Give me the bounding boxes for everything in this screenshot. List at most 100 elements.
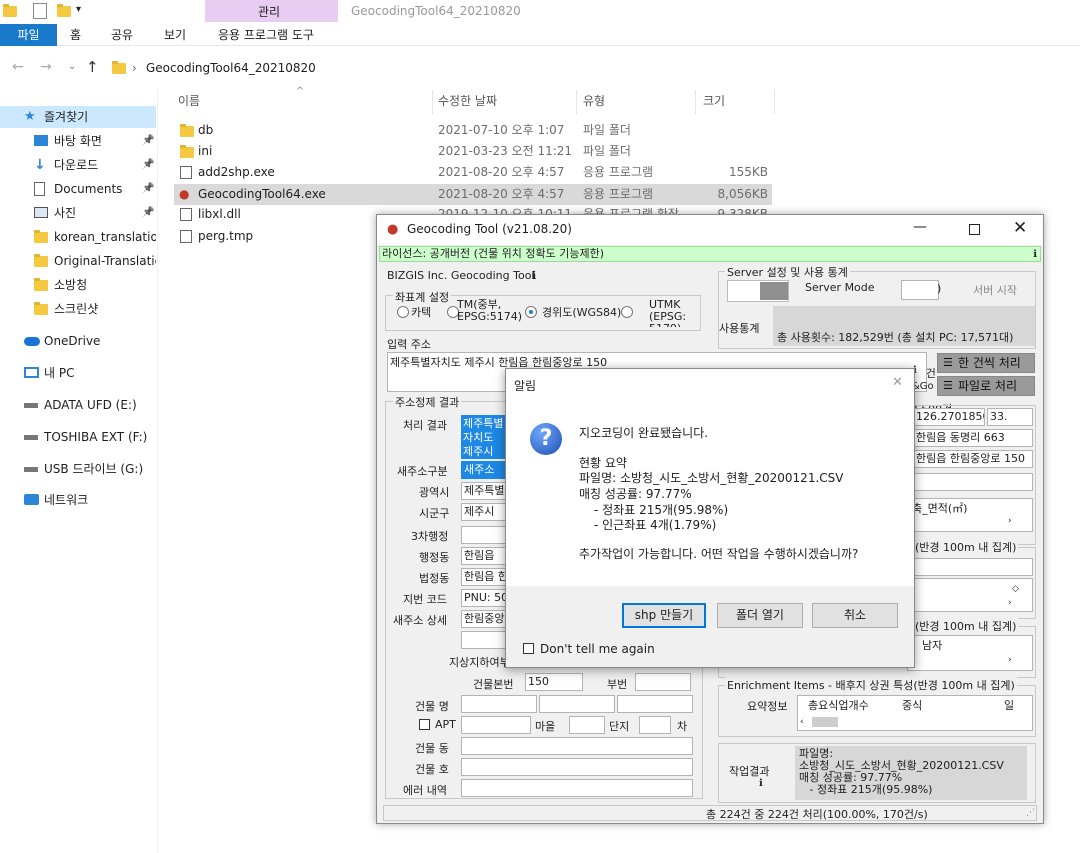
- pin-icon[interactable]: 📌: [142, 154, 154, 176]
- maeul-field[interactable]: [569, 716, 605, 734]
- tab-home[interactable]: 홈: [70, 26, 81, 43]
- file-row[interactable]: ● GeocodingTool64.exe 2021-08-20 오후 4:57 응용…: [174, 184, 772, 205]
- minimize-icon[interactable]: —: [913, 219, 927, 235]
- latitude-field[interactable]: 33.: [987, 408, 1033, 426]
- col-divider[interactable]: [774, 90, 775, 114]
- nav-item[interactable]: ★ 즐겨찾기: [0, 106, 156, 128]
- maximize-icon[interactable]: [969, 224, 980, 235]
- nav-item[interactable]: 사진 📌: [0, 202, 156, 224]
- column-name[interactable]: 이름: [178, 92, 200, 109]
- nav-item[interactable]: OneDrive: [0, 330, 156, 352]
- blank-field[interactable]: [913, 473, 1033, 491]
- longitude-field[interactable]: 126.2701850: [913, 408, 985, 426]
- error-field[interactable]: [461, 779, 693, 797]
- forward-icon[interactable]: →: [40, 59, 52, 75]
- nav-item[interactable]: 스크린샷: [0, 298, 156, 320]
- close-icon[interactable]: ✕: [1013, 218, 1027, 238]
- file-row[interactable]: db 2021-07-10 오후 1:07 파일 폴더: [174, 120, 772, 141]
- gender-grid[interactable]: 남자 ›: [907, 635, 1033, 671]
- enrich-field[interactable]: [907, 558, 1033, 576]
- back-icon[interactable]: ←: [12, 59, 24, 75]
- column-type[interactable]: 유형: [583, 92, 605, 109]
- pin-icon[interactable]: 📌: [142, 178, 154, 200]
- newaddr-field[interactable]: 새주소: [461, 461, 507, 479]
- area-grid[interactable]: 축_면적(㎡) ›: [907, 498, 1033, 532]
- up-icon[interactable]: ↑: [86, 58, 99, 76]
- go-label[interactable]: &Go: [912, 381, 934, 392]
- admin3-field[interactable]: [461, 526, 507, 544]
- server-port-field[interactable]: [901, 280, 939, 300]
- tab-app-tools[interactable]: 응용 프로그램 도구: [218, 26, 314, 43]
- nav-item[interactable]: USB 드라이브 (G:): [0, 458, 156, 480]
- make-shp-button[interactable]: shp 만들기: [622, 603, 706, 628]
- road-address-field[interactable]: 한림읍 한림중앙로 150: [913, 450, 1033, 468]
- nav-item[interactable]: TOSHIBA EXT (F:): [0, 426, 156, 448]
- process-single-button[interactable]: ☰ 한 건씩 처리: [937, 353, 1035, 373]
- nav-item[interactable]: 내 PC: [0, 362, 156, 384]
- col-divider[interactable]: [432, 90, 433, 114]
- tab-view[interactable]: 보기: [164, 26, 186, 43]
- tab-manage[interactable]: 관리: [205, 0, 338, 22]
- address-box[interactable]: › GeocodingTool64_20210820: [105, 56, 1080, 80]
- bldg-name-field-2[interactable]: [539, 695, 615, 713]
- info-icon[interactable]: ℹ: [532, 269, 536, 282]
- cancel-button[interactable]: 취소: [812, 603, 898, 628]
- radio-katec[interactable]: [397, 306, 409, 318]
- scroll-thumb[interactable]: [812, 717, 838, 727]
- resize-grip-icon[interactable]: ⋰: [1026, 808, 1035, 818]
- radio-wgs84[interactable]: [525, 306, 537, 318]
- qat-dropdown-icon[interactable]: ▾: [76, 4, 81, 15]
- nav-item[interactable]: korean_translation: [0, 226, 156, 248]
- column-date[interactable]: 수정한 날짜: [438, 92, 497, 109]
- process-file-button[interactable]: ☰ 파일로 처리: [937, 376, 1035, 396]
- bu-field[interactable]: [635, 673, 691, 691]
- enrich-grid[interactable]: ◇ ›: [907, 578, 1033, 612]
- info-icon[interactable]: ℹ: [759, 778, 763, 789]
- breadcrumb[interactable]: GeocodingTool64_20210820: [146, 61, 316, 75]
- nav-item[interactable]: Original-Translation: [0, 250, 156, 272]
- summary-grid[interactable]: 총요식업개수 중식 일 ‹: [797, 695, 1033, 731]
- newaddr-detail-field[interactable]: 한림중앙로 150: [461, 610, 507, 628]
- apt-checkbox[interactable]: [419, 719, 430, 730]
- info-icon[interactable]: ℹ: [1033, 248, 1037, 262]
- metro-field[interactable]: 제주특별자치도: [461, 482, 507, 500]
- bon-field[interactable]: 150: [525, 673, 583, 691]
- server-start-button[interactable]: 서버 시작: [973, 282, 1017, 298]
- server-toggle[interactable]: [727, 280, 789, 302]
- result-highlight[interactable]: 제주특별자치도 제주시 한림읍 한림리 한림중앙로 150 처리 내역: [461, 415, 507, 459]
- bldg-dong-field[interactable]: [461, 737, 693, 755]
- col-divider[interactable]: [695, 90, 696, 114]
- apt-field[interactable]: [461, 716, 531, 734]
- scroll-left-icon[interactable]: ‹: [800, 714, 804, 730]
- column-size[interactable]: 크기: [703, 92, 725, 109]
- radio-utmk[interactable]: [621, 306, 633, 318]
- jibun-field[interactable]: PNU: 5011025021: [461, 589, 507, 607]
- scroll-right-icon[interactable]: ›: [1008, 652, 1012, 668]
- jibun-address-field[interactable]: 한림읍 동명리 663: [913, 429, 1033, 447]
- nav-item[interactable]: Documents 📌: [0, 178, 156, 200]
- sigungu-field[interactable]: 제주시: [461, 503, 507, 521]
- folder-icon[interactable]: [3, 4, 17, 17]
- recent-dropdown-icon[interactable]: ⌄: [68, 61, 76, 72]
- bldg-name-field-3[interactable]: [617, 695, 693, 713]
- pin-icon[interactable]: 📌: [142, 202, 154, 224]
- scroll-right-icon[interactable]: ›: [1008, 513, 1012, 529]
- hangjeong-field[interactable]: 한림읍: [461, 547, 507, 565]
- beopjeong-field[interactable]: 한림읍 한림리: [461, 568, 507, 586]
- tab-share[interactable]: 공유: [111, 26, 133, 43]
- nav-item[interactable]: 네트워크: [0, 489, 156, 511]
- open-folder-button[interactable]: 폴더 열기: [717, 603, 803, 628]
- spin-icon[interactable]: ◇: [1012, 581, 1019, 597]
- file-row[interactable]: add2shp.exe 2021-08-20 오후 4:57 응용 프로그램 155K…: [174, 162, 772, 183]
- tab-file[interactable]: 파일: [0, 24, 57, 46]
- col-divider[interactable]: [576, 90, 577, 114]
- nav-item[interactable]: ↓ 다운로드 📌: [0, 154, 156, 176]
- nav-item[interactable]: 바탕 화면 📌: [0, 130, 156, 152]
- danji-field[interactable]: [639, 716, 671, 734]
- file-row[interactable]: ini 2021-03-23 오전 11:21 파일 폴더: [174, 141, 772, 162]
- bldg-name-field-1[interactable]: [461, 695, 537, 713]
- close-icon[interactable]: ✕: [892, 375, 903, 390]
- properties-icon[interactable]: [33, 3, 47, 19]
- new-folder-icon[interactable]: [57, 4, 71, 17]
- nav-item[interactable]: 소방청: [0, 274, 156, 296]
